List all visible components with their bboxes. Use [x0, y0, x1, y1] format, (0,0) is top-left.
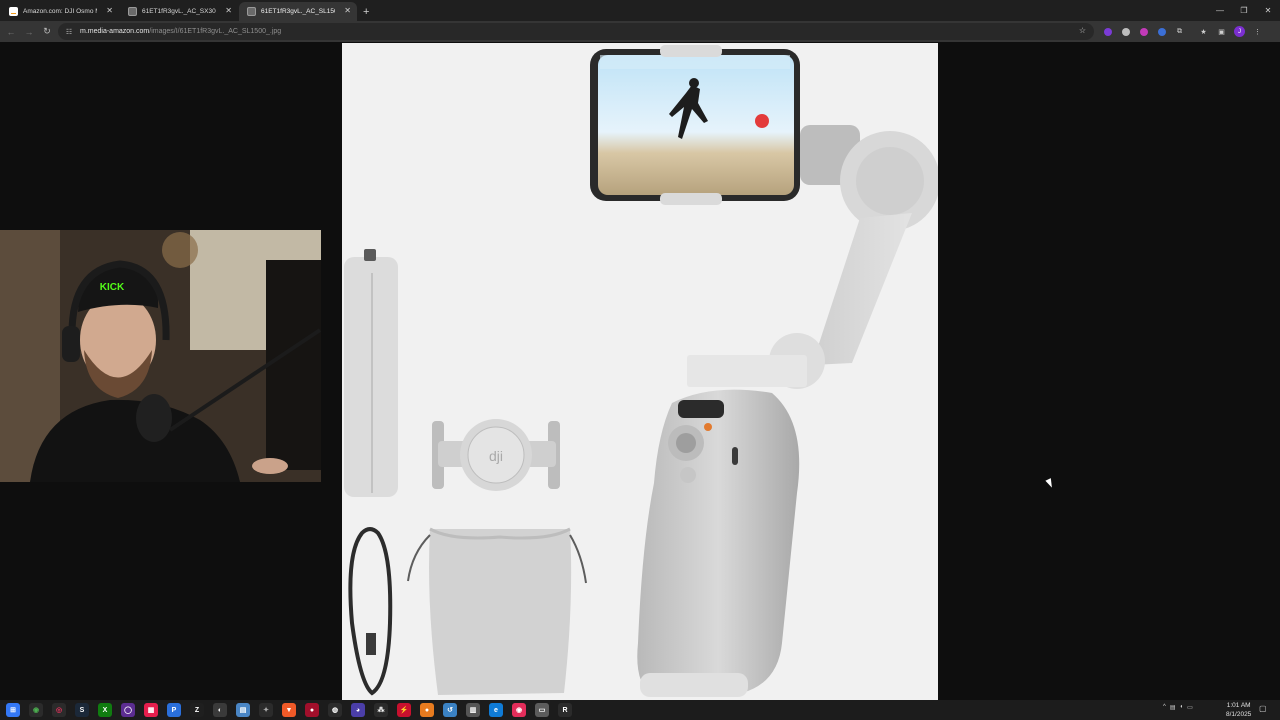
profile-avatar[interactable]: J	[1232, 24, 1247, 39]
speaker-icon[interactable]: ◖	[1180, 704, 1184, 711]
extensions-bar: ⧉ ★ ▣ J ⋮	[1100, 24, 1265, 39]
forward-button[interactable]: →	[20, 23, 38, 41]
network-icon[interactable]: ▤	[1170, 704, 1176, 711]
edge-icon[interactable]: e	[489, 703, 503, 717]
extension-icon[interactable]	[1136, 24, 1151, 39]
svg-text:dji: dji	[489, 448, 503, 464]
bookmark-star-icon[interactable]: ☆	[1079, 26, 1086, 35]
taskbar-apps: ⊞ ◉ ◎ S X ◯ ▦ P Z ◐ ▤ ✦ ▼ ● ◍ ◕ ⁂ ⚡ ● ↺ …	[6, 703, 572, 717]
restore-icon[interactable]: ❐	[1232, 0, 1256, 21]
file-icon[interactable]: ▤	[236, 703, 250, 717]
steam-icon[interactable]: S	[75, 703, 89, 717]
taskbar-clock[interactable]: 1:01 AM 8/1/2025	[1226, 701, 1251, 719]
reload-button[interactable]: ↻	[38, 23, 56, 41]
app-icon[interactable]: P	[167, 703, 181, 717]
image-icon	[247, 7, 256, 16]
app-icon[interactable]: ◉	[512, 703, 526, 717]
app-icon[interactable]: ●	[305, 703, 319, 717]
app-icon[interactable]: ⚡	[397, 703, 411, 717]
gimbal-arm	[812, 213, 912, 365]
battery-icon[interactable]: ▭	[1187, 704, 1193, 711]
product-image: dji	[342, 43, 938, 700]
clock-time: 1:01 AM	[1226, 702, 1251, 709]
system-tray: ^ ▤ ◖ ▭	[1163, 704, 1193, 711]
usb-cable	[348, 527, 393, 696]
address-bar[interactable]: ☷ m.media-amazon.com/images/I/61ET1fR3gv…	[58, 23, 1094, 40]
page-viewport: dji KICK	[0, 42, 1280, 700]
app-icon[interactable]: ↺	[443, 703, 457, 717]
tray-chevron-icon[interactable]: ^	[1163, 704, 1166, 711]
close-icon[interactable]: ✕	[225, 6, 232, 16]
storage-pouch	[429, 529, 572, 695]
tab-label: 61ET1fR3gvL._AC_SL1500_.jpg	[261, 8, 335, 15]
close-window-icon[interactable]: ✕	[1256, 0, 1280, 21]
url-text: m.media-amazon.com/images/I/61ET1fR3gvL.…	[80, 28, 282, 35]
app-icon[interactable]: ⁂	[374, 703, 388, 717]
extension-icon[interactable]	[1118, 24, 1133, 39]
gimbal-illustration: dji	[344, 45, 938, 697]
browser-toolbar: ← → ↻ ☷ m.media-amazon.com/images/I/61ET…	[0, 21, 1280, 42]
close-icon[interactable]: ✕	[344, 6, 351, 16]
streamer-image: KICK	[0, 230, 321, 482]
tab-label: Amazon.com: DJI Osmo Mobile	[23, 8, 97, 15]
image-icon	[128, 7, 137, 16]
amazon-icon	[9, 7, 18, 16]
tab-label: 61ET1fR3gvL._AC_SX300_SY300_	[142, 8, 216, 15]
svg-text:KICK: KICK	[100, 282, 125, 293]
app-icon[interactable]: ◎	[52, 703, 66, 717]
mouse-cursor	[1045, 478, 1055, 489]
site-info-icon[interactable]: ☷	[64, 27, 74, 37]
sidebar-icon[interactable]: ▣	[1214, 24, 1229, 39]
xbox-icon[interactable]: X	[98, 703, 112, 717]
tab-strip: Amazon.com: DJI Osmo Mobile ✕ 61ET1fR3gv…	[0, 0, 1280, 21]
app-icon[interactable]: Z	[190, 703, 204, 717]
brave-icon[interactable]: ▼	[282, 703, 296, 717]
gimbal-handle	[637, 389, 800, 695]
tab-image-large[interactable]: 61ET1fR3gvL._AC_SL1500_.jpg ✕	[239, 2, 357, 21]
extension-icon[interactable]	[1100, 24, 1115, 39]
minimize-icon[interactable]: —	[1208, 0, 1232, 21]
app-icon[interactable]: ◯	[121, 703, 135, 717]
app-icon[interactable]: ●	[420, 703, 434, 717]
tab-image-small[interactable]: 61ET1fR3gvL._AC_SX300_SY300_ ✕	[120, 2, 238, 21]
webcam-overlay: KICK	[0, 230, 321, 482]
app-icon[interactable]: ▭	[535, 703, 549, 717]
app-icon[interactable]: ◍	[328, 703, 342, 717]
clock-date: 8/1/2025	[1226, 711, 1252, 718]
status-display	[678, 400, 724, 418]
start-icon[interactable]: ⊞	[6, 703, 20, 717]
new-tab-button[interactable]: +	[363, 6, 369, 18]
microphone	[136, 394, 172, 442]
bookmarks-icon[interactable]: ★	[1196, 24, 1211, 39]
tab-amazon[interactable]: Amazon.com: DJI Osmo Mobile ✕	[1, 2, 119, 21]
close-icon[interactable]: ✕	[106, 6, 113, 16]
app-icon[interactable]: ✦	[259, 703, 273, 717]
notification-icon[interactable]: ▢	[1259, 704, 1267, 713]
extension-icon[interactable]	[1154, 24, 1169, 39]
back-button[interactable]: ←	[2, 23, 20, 41]
puzzle-icon[interactable]: ⧉	[1172, 24, 1187, 39]
app-icon[interactable]: ▥	[466, 703, 480, 717]
app-icon[interactable]: ▦	[144, 703, 158, 717]
record-icon	[755, 114, 769, 128]
app-icon[interactable]: ◐	[213, 703, 227, 717]
chrome-icon[interactable]: ◉	[29, 703, 43, 717]
taskbar: ⊞ ◉ ◎ S X ◯ ▦ P Z ◐ ▤ ✦ ▼ ● ◍ ◕ ⁂ ⚡ ● ↺ …	[0, 700, 1280, 720]
window-controls: — ❐ ✕	[1208, 0, 1280, 21]
menu-icon[interactable]: ⋮	[1250, 24, 1265, 39]
app-icon[interactable]: R	[558, 703, 572, 717]
app-icon[interactable]: ◕	[351, 703, 365, 717]
